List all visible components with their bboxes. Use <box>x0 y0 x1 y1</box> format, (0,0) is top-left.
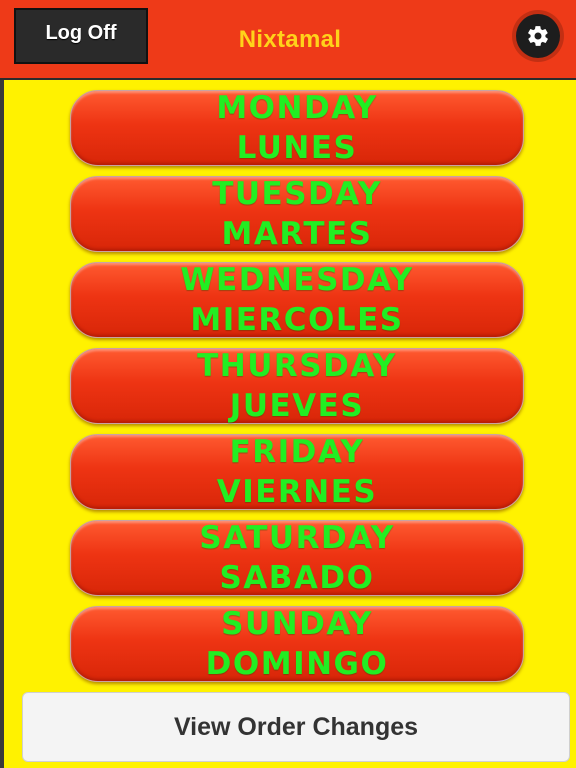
day-button-friday[interactable]: FRIDAY VIERNES <box>70 434 524 510</box>
gear-icon <box>528 26 548 46</box>
day-button-thursday[interactable]: THURSDAY JUEVES <box>70 348 524 424</box>
day-label-english: SUNDAY <box>221 606 373 642</box>
log-off-button[interactable]: Log Off <box>14 8 148 64</box>
day-button-sunday[interactable]: SUNDAY DOMINGO <box>70 606 524 682</box>
day-button-monday[interactable]: MONDAY LUNES <box>70 90 524 166</box>
day-label-english: TUESDAY <box>212 176 382 212</box>
settings-button[interactable] <box>510 12 566 60</box>
day-label-english: MONDAY <box>216 90 378 126</box>
header-bar: Log Off Nixtamal <box>0 0 576 80</box>
day-button-wednesday[interactable]: WEDNESDAY MIERCOLES <box>70 262 524 338</box>
view-order-changes-button[interactable]: View Order Changes <box>22 692 570 762</box>
day-button-saturday[interactable]: SATURDAY SABADO <box>70 520 524 596</box>
day-label-spanish: SABADO <box>219 560 375 596</box>
app-frame: Log Off Nixtamal MONDAY LUNES TUESDAY MA… <box>0 0 576 768</box>
day-label-spanish: MARTES <box>221 216 373 252</box>
gear-icon-circle <box>516 14 560 58</box>
day-label-spanish: VIERNES <box>216 474 378 510</box>
day-label-english: SATURDAY <box>199 520 395 556</box>
app-title: Nixtamal <box>238 26 342 53</box>
day-label-spanish: LUNES <box>236 130 358 166</box>
day-label-spanish: MIERCOLES <box>190 302 404 338</box>
day-label-english: THURSDAY <box>197 348 397 384</box>
day-label-spanish: DOMINGO <box>205 646 389 682</box>
day-label-spanish: JUEVES <box>229 388 365 424</box>
day-button-tuesday[interactable]: TUESDAY MARTES <box>70 176 524 252</box>
day-label-english: WEDNESDAY <box>180 262 414 298</box>
day-label-english: FRIDAY <box>229 434 365 470</box>
